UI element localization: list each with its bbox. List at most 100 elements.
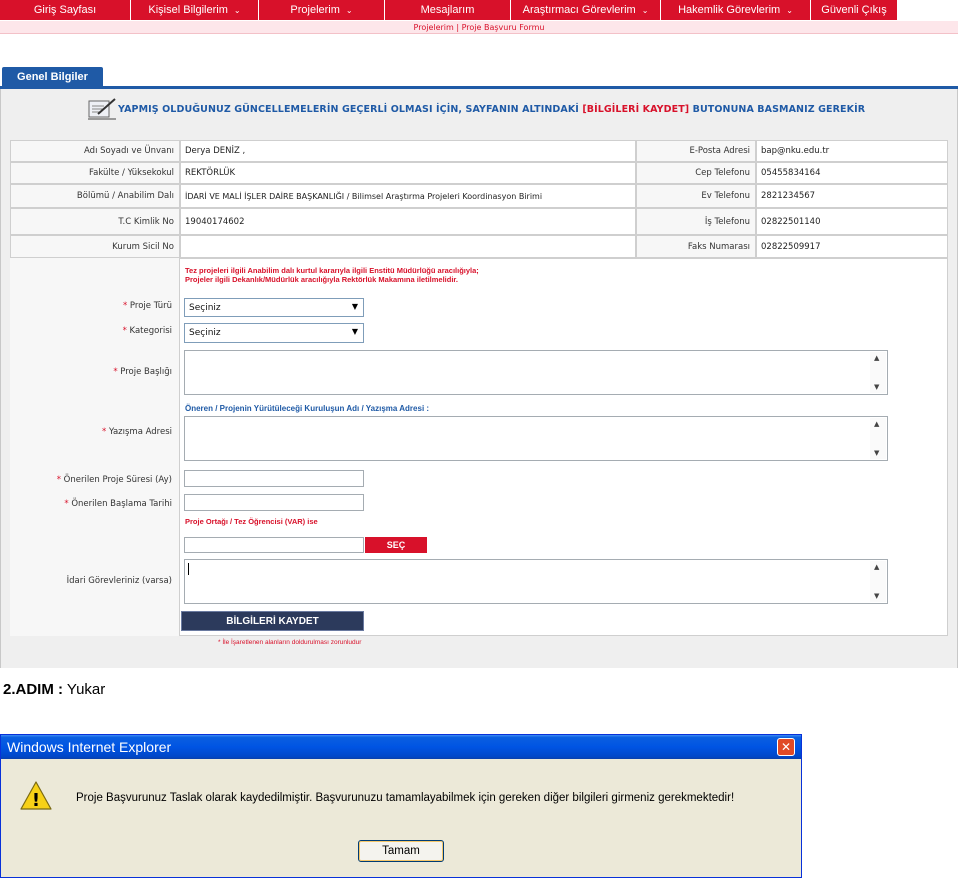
scrollbar[interactable]: ▲ ▼	[870, 561, 886, 602]
info-label-home-phone: Ev Telefonu	[636, 184, 756, 208]
nav-tab-referee[interactable]: Hakemlik Görevlerim ⌄	[661, 0, 811, 20]
step-text: Yukar	[63, 681, 106, 698]
nav-tab-label: Kişisel Bilgilerim	[148, 4, 228, 16]
notice-highlight: [BİLGİLERİ KAYDET]	[582, 103, 690, 115]
nav-tab-label: Giriş Sayfası	[33, 4, 97, 16]
required-mark: *	[56, 475, 61, 485]
info-label-tc-id: T.C Kimlik No	[10, 208, 180, 235]
required-fields-note: * İle İşaretlenen alanların doldurulması…	[218, 639, 362, 646]
label-text: Proje Türü	[129, 301, 172, 311]
nav-tab-label: Araştırmacı Görevlerim	[522, 4, 636, 16]
scroll-up-icon[interactable]: ▲	[874, 354, 879, 362]
notice-text-part: BUTONUNA BASMANIZ GEREKİR	[689, 103, 866, 115]
form-info-line: Tez projeleri ilgili Anabilim dalı kurtu…	[185, 266, 479, 275]
info-value-fax: 02822509917	[756, 235, 948, 258]
required-mark: *	[113, 367, 118, 377]
nav-tab-label: Güvenli Çıkış	[821, 4, 887, 16]
warning-icon: !	[20, 781, 52, 811]
chevron-down-icon: ⌄	[233, 5, 241, 15]
admin-duties-textarea[interactable]: ▲ ▼	[184, 559, 888, 604]
close-icon[interactable]: ✕	[777, 738, 795, 756]
scroll-down-icon[interactable]: ▼	[874, 383, 879, 391]
project-type-select[interactable]: Seçiniz ▼	[184, 298, 364, 317]
dropdown-arrow-icon: ▼	[351, 327, 358, 336]
project-title-label: * Proje Başlığı	[20, 367, 172, 377]
scroll-down-icon[interactable]: ▼	[874, 592, 879, 600]
step-number: 2.ADIM :	[3, 681, 63, 698]
info-value-email: bap@nku.edu.tr	[756, 140, 948, 162]
address-textarea[interactable]: ▲ ▼	[184, 416, 888, 461]
scroll-down-icon[interactable]: ▼	[874, 449, 879, 457]
scroll-up-icon[interactable]: ▲	[874, 563, 879, 571]
select-value: Seçiniz	[189, 302, 221, 313]
alert-dialog: Windows Internet Explorer ✕ ! Proje Başv…	[0, 734, 802, 878]
duration-label: * Önerilen Proje Süresi (Ay)	[14, 475, 172, 485]
nav-tab-label: Projelerim	[290, 4, 340, 16]
select-partner-button[interactable]: SEÇ	[365, 537, 427, 553]
dropdown-arrow-icon: ▼	[351, 302, 358, 311]
admin-duties-label: İdari Görevleriniz (varsa)	[66, 576, 172, 586]
label-text: Önerilen Proje Süresi (Ay)	[63, 475, 172, 485]
tab-general-info[interactable]: Genel Bilgiler	[2, 67, 103, 86]
info-label-department: Bölümü / Anabilim Dalı	[10, 184, 180, 208]
nav-tab-personal[interactable]: Kişisel Bilgilerim ⌄	[131, 0, 259, 20]
nav-tab-messages[interactable]: Mesajlarım	[385, 0, 511, 20]
address-label: * Yazışma Adresi	[20, 427, 172, 437]
scrollbar[interactable]: ▲ ▼	[870, 418, 886, 459]
project-type-label: * Proje Türü	[20, 301, 172, 311]
dialog-title: Windows Internet Explorer	[7, 739, 172, 755]
ok-button[interactable]: Tamam	[358, 840, 444, 862]
info-value-tc-id: 19040174602	[180, 208, 636, 235]
notice-text-part: YAPMIŞ OLDUĞUNUZ GÜNCELLEMELERİN GEÇERLİ…	[118, 103, 583, 115]
dialog-message: Proje Başvurunuz Taslak olarak kaydedilm…	[76, 792, 735, 804]
scroll-up-icon[interactable]: ▲	[874, 420, 879, 428]
chevron-down-icon: ⌄	[641, 5, 649, 15]
info-label-email: E-Posta Adresi	[636, 140, 756, 162]
partner-input[interactable]	[184, 537, 364, 553]
info-value-name: Derya DENİZ ,	[180, 140, 636, 162]
dialog-titlebar[interactable]: Windows Internet Explorer	[1, 735, 801, 759]
info-label-registry: Kurum Sicil No	[10, 235, 180, 258]
info-value-faculty: REKTÖRLÜK	[180, 162, 636, 184]
nav-tab-label: Mesajlarım	[420, 4, 475, 16]
label-text: Proje Başlığı	[120, 367, 172, 377]
category-label: * Kategorisi	[20, 326, 172, 336]
info-label-work-phone: İş Telefonu	[636, 208, 756, 235]
required-mark: *	[101, 427, 107, 437]
label-text: Yazışma Adresi	[108, 427, 172, 437]
info-label-faculty: Fakülte / Yüksekokul	[10, 162, 180, 184]
tab-underline	[0, 86, 958, 89]
chevron-down-icon: ⌄	[345, 5, 353, 15]
nav-tab-researcher[interactable]: Araştırmacı Görevlerim ⌄	[511, 0, 661, 20]
info-value-registry	[180, 235, 636, 258]
start-date-input[interactable]	[184, 494, 364, 511]
start-date-label: * Önerilen Başlama Tarihi	[14, 499, 172, 509]
info-value-mobile: 05455834164	[756, 162, 948, 184]
update-notice: YAPMIŞ OLDUĞUNUZ GÜNCELLEMELERİN GEÇERLİ…	[86, 96, 906, 122]
nav-tab-logout[interactable]: Güvenli Çıkış	[811, 0, 898, 20]
nav-tab-projects[interactable]: Projelerim ⌄	[259, 0, 385, 20]
info-value-department: İDARİ VE MALİ İŞLER DAİRE BAŞKANLIĞI / B…	[180, 184, 636, 208]
nav-tab-label: Hakemlik Görevlerim	[678, 4, 781, 16]
edit-note-icon	[88, 98, 116, 120]
scrollbar[interactable]: ▲ ▼	[870, 352, 886, 393]
category-select[interactable]: Seçiniz ▼	[184, 323, 364, 343]
address-info: Öneren / Projenin Yürütüleceği Kuruluşun…	[185, 404, 430, 413]
nav-tab-home[interactable]: Giriş Sayfası	[0, 0, 131, 20]
partner-info: Proje Ortağı / Tez Öğrencisi (VAR) ise	[185, 517, 318, 526]
info-label-fax: Faks Numarası	[636, 235, 756, 258]
form-info-line: Projeler ilgili Dekanlık/Müdürlük aracıl…	[185, 275, 459, 284]
chevron-down-icon: ⌄	[786, 5, 793, 15]
breadcrumb: Projelerim | Proje Başvuru Formu	[0, 21, 958, 34]
warning-glyph: !	[32, 790, 40, 811]
notice-text: YAPMIŞ OLDUĞUNUZ GÜNCELLEMELERİN GEÇERLİ…	[118, 104, 865, 115]
info-label-mobile: Cep Telefonu	[636, 162, 756, 184]
project-title-textarea[interactable]: ▲ ▼	[184, 350, 888, 395]
label-text: Kategorisi	[129, 326, 172, 336]
info-value-home-phone: 2821234567	[756, 184, 948, 208]
info-value-work-phone: 02822501140	[756, 208, 948, 235]
required-mark: *	[64, 499, 69, 509]
required-mark: *	[122, 301, 128, 311]
save-info-button[interactable]: BİLGİLERİ KAYDET	[181, 611, 364, 631]
duration-input[interactable]	[184, 470, 364, 487]
